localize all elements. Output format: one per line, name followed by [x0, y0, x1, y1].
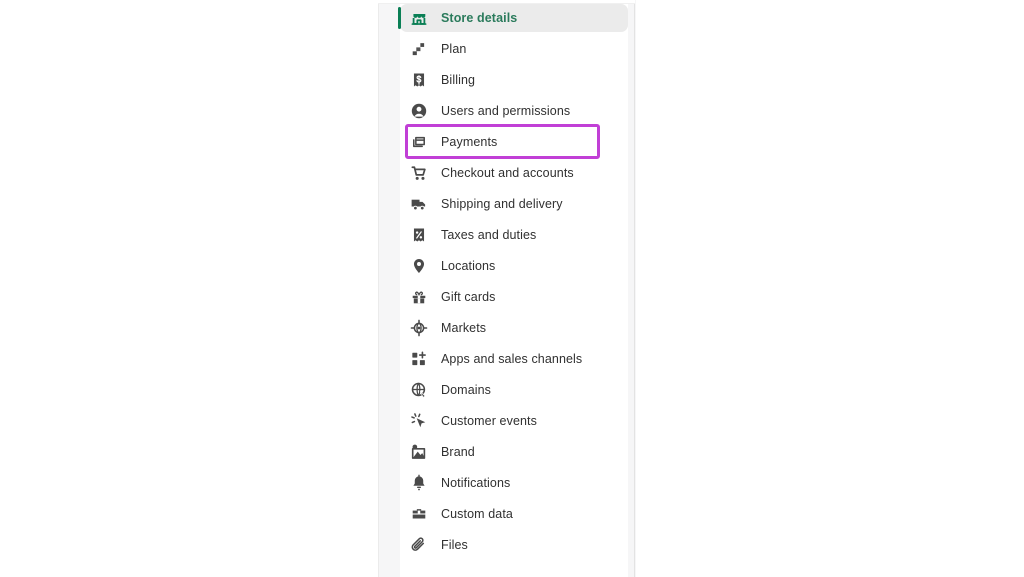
sidebar-item-label: Custom data [441, 506, 513, 521]
database-icon [410, 505, 428, 523]
sidebar-item-locations[interactable]: Locations [400, 252, 628, 280]
sidebar-item-label: Gift cards [441, 289, 496, 304]
sidebar-item-store-details[interactable]: Store details [398, 4, 628, 32]
sidebar-item-label: Files [441, 537, 468, 552]
markets-globe-icon [410, 319, 428, 337]
sidebar-item-users-and-permissions[interactable]: Users and permissions [400, 97, 628, 125]
percent-receipt-icon [410, 226, 428, 244]
settings-nav-panel: Store details Plan Billing Users and permis… [398, 4, 628, 577]
paperclip-icon [410, 536, 428, 554]
sidebar-item-label: Billing [441, 72, 476, 87]
sidebar-item-label: Brand [441, 444, 475, 459]
sidebar-item-label: Locations [441, 258, 496, 273]
billing-icon [410, 71, 428, 89]
user-icon [410, 102, 428, 120]
sidebar-item-label: Domains [441, 382, 492, 397]
sidebar-item-apps-and-sales-channels[interactable]: Apps and sales channels [400, 345, 628, 373]
sidebar-item-taxes-and-duties[interactable]: Taxes and duties [400, 221, 628, 249]
sidebar-item-markets[interactable]: Markets [400, 314, 628, 342]
sidebar-item-label: Notifications [441, 475, 511, 490]
sidebar-item-label: Users and permissions [441, 103, 571, 118]
store-icon [410, 9, 428, 27]
panel-divider [634, 0, 635, 577]
sidebar-item-files[interactable]: Files [400, 531, 628, 559]
sidebar-item-label: Checkout and accounts [441, 165, 574, 180]
apps-grid-plus-icon [410, 350, 428, 368]
truck-icon [410, 195, 428, 213]
payments-icon [410, 133, 428, 151]
click-sparkle-icon [410, 412, 428, 430]
sidebar-item-payments[interactable]: Payments [400, 128, 628, 156]
domains-globe-icon [410, 381, 428, 399]
sidebar-item-label: Shipping and delivery [441, 196, 563, 211]
sidebar-item-label: Payments [441, 134, 498, 149]
sidebar-item-plan[interactable]: Plan [400, 35, 628, 63]
cart-icon [410, 164, 428, 182]
left-gutter [378, 0, 400, 577]
bell-icon [410, 474, 428, 492]
selected-accent-bar [398, 7, 401, 29]
sidebar-item-label: Apps and sales channels [441, 351, 583, 366]
sidebar-item-label: Plan [441, 41, 467, 56]
app-root: Store details Plan Billing Users and permis… [0, 0, 1024, 577]
sidebar-item-custom-data[interactable]: Custom data [400, 500, 628, 528]
sidebar-item-label: Taxes and duties [441, 227, 537, 242]
sidebar-item-shipping-and-delivery[interactable]: Shipping and delivery [400, 190, 628, 218]
sidebar-item-checkout-and-accounts[interactable]: Checkout and accounts [400, 159, 628, 187]
gift-icon [410, 288, 428, 306]
sidebar-item-billing[interactable]: Billing [400, 66, 628, 94]
plan-icon [410, 40, 428, 58]
sidebar-item-notifications[interactable]: Notifications [400, 469, 628, 497]
sidebar-item-customer-events[interactable]: Customer events [400, 407, 628, 435]
sidebar-item-brand[interactable]: Brand [400, 438, 628, 466]
settings-nav-list: Store details Plan Billing Users and permis… [398, 4, 628, 559]
sidebar-item-label: Markets [441, 320, 487, 335]
sidebar-item-label: Customer events [441, 413, 537, 428]
sidebar-item-gift-cards[interactable]: Gift cards [400, 283, 628, 311]
location-pin-icon [410, 257, 428, 275]
sidebar-item-label: Store details [441, 10, 518, 25]
sidebar-item-domains[interactable]: Domains [400, 376, 628, 404]
brand-image-icon [410, 443, 428, 461]
